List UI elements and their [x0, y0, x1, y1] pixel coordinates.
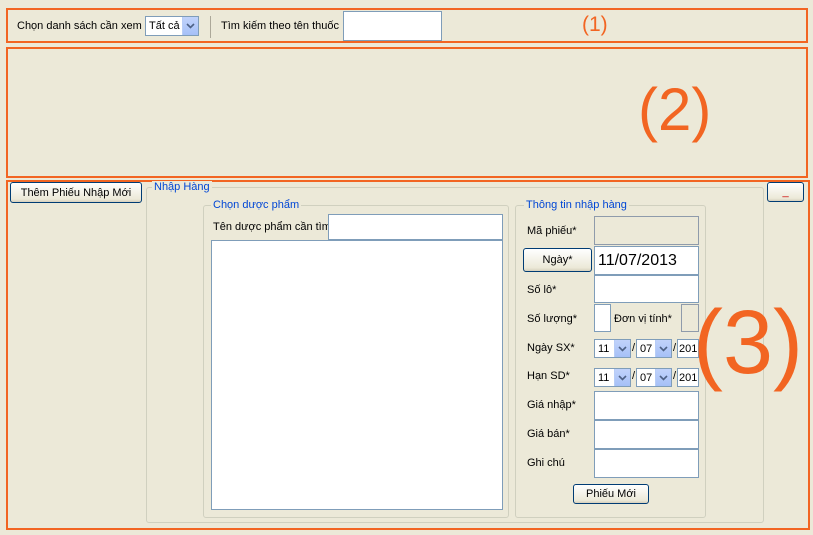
receipt-code-label: Mã phiếu* — [527, 225, 577, 237]
date-value: 11/07/2013 — [598, 252, 677, 269]
quantity-label: Số lượng* — [527, 313, 578, 325]
product-search-input[interactable] — [328, 214, 503, 240]
quantity-input[interactable] — [594, 304, 611, 332]
minimize-button[interactable]: _ — [767, 182, 804, 202]
note-label: Ghi chú — [527, 457, 565, 469]
sale-price-label: Giá bán* — [527, 428, 570, 440]
exp-date-label: Hạn SD* — [527, 370, 570, 382]
product-search-label: Tên dược phẩm cần tìm — [213, 221, 331, 233]
lot-label: Số lô* — [527, 284, 557, 296]
date-button[interactable]: Ngày* — [523, 248, 592, 272]
search-drug-label: Tìm kiếm theo tên thuốc — [221, 20, 339, 32]
new-receipt-button[interactable]: Phiếu Mới — [573, 484, 649, 504]
exp-day-select[interactable]: 11 — [594, 368, 631, 387]
date-separator: / — [673, 370, 677, 382]
toolbar-separator — [210, 16, 211, 38]
date-field[interactable]: 11/07/2013 — [594, 246, 699, 275]
list-select-label: Chọn danh sách cần xem — [17, 20, 142, 32]
product-list[interactable] — [211, 240, 503, 510]
date-separator: / — [673, 342, 677, 354]
region-3-label: (3) — [693, 293, 803, 393]
add-receipt-button[interactable]: Thêm Phiếu Nhập Mới — [10, 182, 142, 203]
chevron-down-icon — [614, 369, 630, 386]
import-panel-title: Nhập Hàng — [152, 181, 212, 193]
import-price-input[interactable] — [594, 391, 699, 420]
unit-label: Đơn vị tính* — [614, 313, 672, 325]
chevron-down-icon — [182, 17, 198, 35]
date-separator: / — [632, 342, 636, 354]
region-1-label: (1) — [582, 13, 608, 36]
mfg-day-select[interactable]: 11 — [594, 339, 631, 358]
note-input[interactable] — [594, 449, 699, 478]
mfg-month-value: 07 — [640, 342, 653, 355]
chevron-down-icon — [614, 340, 630, 357]
choose-product-legend: Chọn dược phẩm — [211, 199, 302, 211]
import-info-legend: Thông tin nhập hàng — [524, 199, 629, 211]
mfg-month-select[interactable]: 07 — [636, 339, 672, 358]
list-select[interactable]: Tất cả — [145, 16, 199, 36]
exp-month-value: 07 — [640, 371, 653, 384]
mfg-date-label: Ngày SX* — [527, 342, 575, 354]
import-price-label: Giá nhập* — [527, 399, 576, 411]
search-drug-input[interactable] — [343, 11, 442, 41]
list-select-value: Tất cả — [149, 20, 180, 32]
chevron-down-icon — [655, 340, 671, 357]
region-2-label: (2) — [638, 76, 712, 143]
chevron-down-icon — [655, 369, 671, 386]
receipt-code-field — [594, 216, 699, 245]
exp-month-select[interactable]: 07 — [636, 368, 672, 387]
mfg-day-value: 11 — [598, 342, 610, 355]
lot-input[interactable] — [594, 275, 699, 303]
sale-price-input[interactable] — [594, 420, 699, 449]
date-separator: / — [632, 370, 636, 382]
exp-day-value: 11 — [598, 371, 610, 384]
